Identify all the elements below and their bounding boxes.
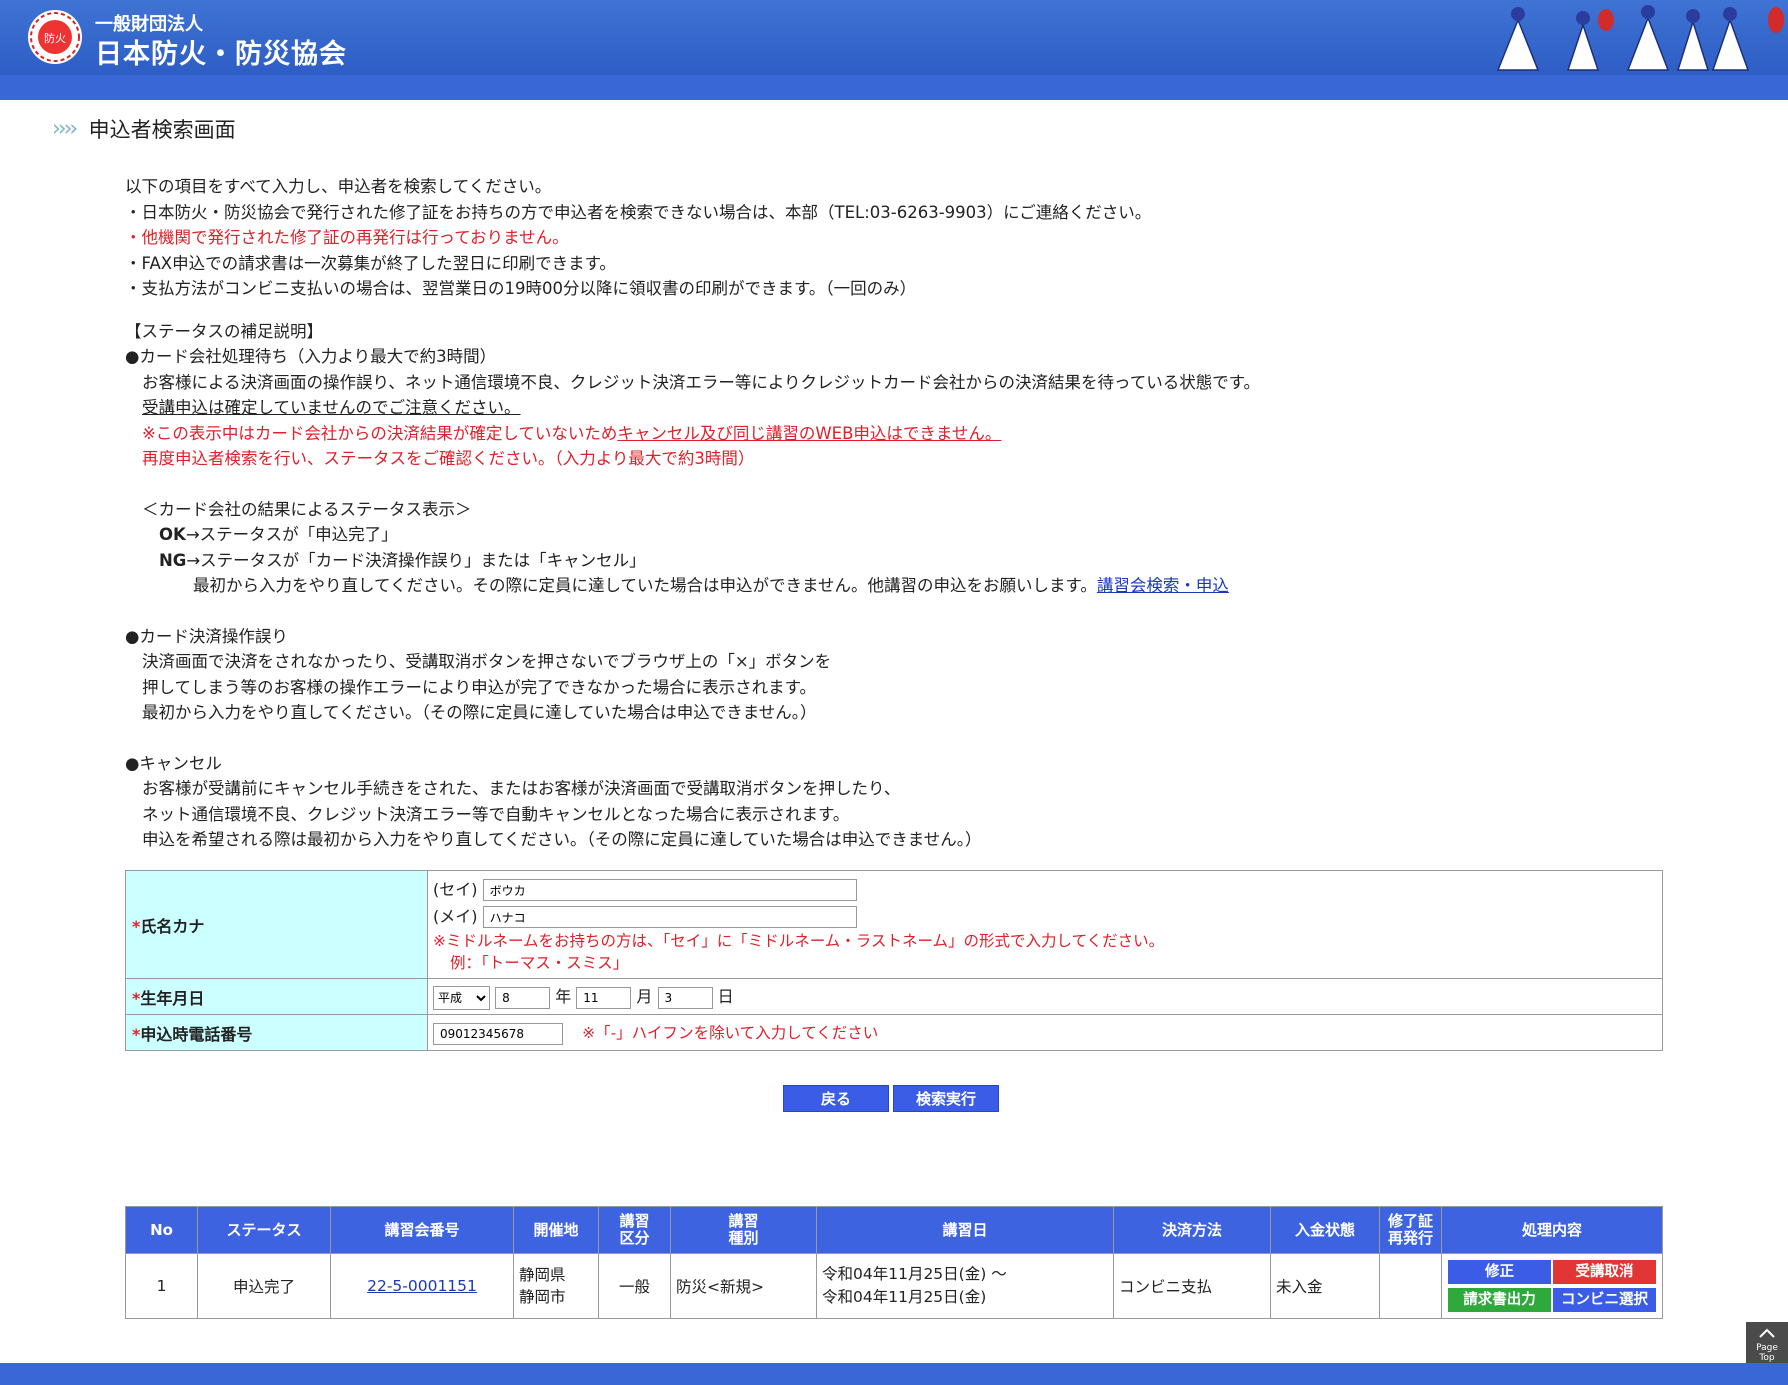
row-payment: コンビニ支払 (1113, 1253, 1271, 1319)
name-kana-label: *氏名カナ (125, 870, 428, 979)
col-cert: 修了証 再発行 (1379, 1206, 1442, 1254)
org-name: 日本防火・防災協会 (95, 39, 347, 70)
mei-input[interactable] (482, 906, 857, 928)
card-wait-title: ●カード会社処理待ち（入力より最大で約3時間） (125, 347, 497, 366)
cancel-line: お客様が受講前にキャンセル手続きをされた、またはお客様が決済画面で受講取消ボタン… (142, 779, 901, 798)
month-unit: 月 (636, 987, 653, 1006)
phone-label: *申込時電話番号 (125, 1014, 428, 1051)
intro-bullet: ・支払方法がコンビニ支払いの場合は、翌営業日の19時00分以降に領収書の印刷がで… (125, 279, 917, 298)
card-error-line: 最初から入力をやり直してください。（その際に定員に達していた場合は申込できません… (142, 703, 817, 722)
sei-label: (セイ) (433, 879, 478, 899)
edit-button[interactable]: 修正 (1448, 1260, 1551, 1284)
card-wait-note-underlined: キャンセル及び同じ講習のWEB申込はできません。 (617, 423, 1002, 443)
year-unit: 年 (555, 987, 572, 1006)
ng-key: NG (159, 550, 187, 570)
intro-bullet: ・他機関で発行された修了証の再発行は行っておりません。 (125, 228, 569, 247)
row-shubetsu: 防災<新規> (670, 1253, 817, 1319)
col-venue: 開催地 (513, 1206, 599, 1254)
birth-year-input[interactable] (495, 987, 551, 1009)
table-row: 1 申込完了 22-5-0001151 静岡県 静岡市 一般 防災<新規> 令和0… (125, 1253, 1663, 1319)
cancel-line: ネット通信環境不良、クレジット決済エラー等で自動キャンセルとなった場合に表示され… (142, 804, 850, 824)
col-deposit: 入金状態 (1270, 1206, 1380, 1254)
mascot-illustration-icon (1496, 5, 1784, 71)
ok-key: OK (159, 525, 186, 544)
status-help-heading: 【ステータスの補足説明】 (125, 321, 323, 341)
col-date: 講習日 (816, 1206, 1114, 1254)
results-table: No ステータス 講習会番号 開催地 講習 区分 講習 種別 講習日 決済方法 入金… (125, 1206, 1663, 1319)
row-actions: 修正 受講取消 請求書出力 コンビニ選択 (1441, 1253, 1663, 1319)
ok-text: →ステータスが「申込完了」 (185, 525, 398, 544)
card-error-line: 決済画面で決済をされなかったり、受講取消ボタンを押さないでブラウザ上の「×」ボタ… (142, 652, 832, 671)
sei-input[interactable] (482, 879, 857, 901)
row-no: 1 (125, 1253, 198, 1319)
row-venue: 静岡県 静岡市 (513, 1253, 599, 1319)
birth-month-input[interactable] (576, 987, 632, 1009)
intro-lead: 以下の項目をすべて入力し、申込者を検索してください。 (125, 177, 552, 196)
search-form: *氏名カナ (セイ) (メイ) ※ミドルネームをお持ちの方は、「セイ」に「ミドル… (125, 870, 1663, 1051)
course-search-link[interactable]: 講習会検索・申込 (1097, 576, 1229, 595)
chevrons-icon: ›››› (52, 116, 78, 142)
day-unit: 日 (717, 987, 734, 1006)
birthdate-label: *生年月日 (125, 978, 428, 1015)
konbini-select-button[interactable]: コンビニ選択 (1553, 1288, 1656, 1312)
chevron-up-icon (1759, 1328, 1775, 1338)
site-header: 防火 一般財団法人 日本防火・防災協会 (0, 0, 1788, 100)
svg-text:防火: 防火 (44, 31, 66, 45)
row-kubun: 一般 (598, 1253, 671, 1319)
logo-emblem-icon: 防火 (28, 10, 82, 64)
page-title-block: ›››› 申込者検索画面 (52, 114, 236, 144)
col-course-no: 講習会番号 (330, 1206, 514, 1254)
col-no: No (125, 1206, 198, 1254)
card-wait-line: お客様による決済画面の操作誤り、ネット通信環境不良、クレジット決済エラー等により… (142, 372, 1261, 392)
card-wait-line: 再度申込者検索を行い、ステータスをご確認ください。（入力より最大で約3時間） (142, 449, 755, 468)
card-wait-warning: 受講申込は確定していませんのでご注意ください。 (142, 398, 521, 417)
card-error-title: ●カード決済操作誤り (125, 626, 288, 646)
ng-detail: 最初から入力をやり直してください。その際に定員に達していた場合は申込ができません… (193, 576, 1097, 595)
card-wait-note: ※この表示中はカード会社からの決済結果が確定していないため (142, 423, 618, 443)
col-kubun: 講習 区分 (598, 1206, 671, 1254)
birth-day-input[interactable] (657, 987, 713, 1009)
page-top-button[interactable]: Page Top (1746, 1322, 1788, 1364)
cancel-title: ●キャンセル (125, 753, 222, 773)
page-title: 申込者検索画面 (88, 118, 236, 142)
course-no-link[interactable]: 22-5-0001151 (367, 1277, 477, 1295)
footer-bar (0, 1363, 1788, 1385)
card-error-line: 押してしまう等のお客様の操作エラーにより申込が完了できなかった場合に表示されます… (142, 677, 817, 697)
phone-input[interactable] (433, 1022, 563, 1045)
col-payment: 決済方法 (1113, 1206, 1271, 1254)
card-result-heading: ＜カード会社の結果によるステータス表示＞ (142, 499, 472, 519)
cancel-course-button[interactable]: 受講取消 (1553, 1260, 1656, 1284)
phone-note: ※「-」ハイフンを除いて入力してください (582, 1023, 879, 1042)
search-button[interactable]: 検索実行 (893, 1085, 999, 1112)
row-deposit: 未入金 (1270, 1253, 1380, 1319)
name-example: 例：「トーマス・スミス」 (450, 953, 629, 972)
row-date: 令和04年11月25日(金) ～令和04年11月25日(金) (816, 1253, 1114, 1319)
intro-bullet: ・FAX申込での請求書は一次募集が終了した翌日に印刷できます。 (125, 253, 616, 273)
cancel-line: 申込を希望される際は最初から入力をやり直してください。（その際に定員に達していた… (142, 830, 982, 849)
back-button[interactable]: 戻る (783, 1085, 889, 1112)
era-select[interactable]: 平成 (433, 986, 490, 1010)
form-buttons: 戻る 検索実行 (783, 1085, 1003, 1112)
instructions: 以下の項目をすべて入力し、申込者を検索してください。 ・日本防火・防災協会で発行… (125, 174, 1665, 853)
intro-bullet: ・日本防火・防災協会で発行された修了証をお持ちの方で申込者を検索できない場合は、… (125, 202, 1152, 222)
col-action: 処理内容 (1441, 1206, 1663, 1254)
invoice-button[interactable]: 請求書出力 (1448, 1288, 1551, 1312)
name-note: ※ミドルネームをお持ちの方は、「セイ」に「ミドルネーム・ラストネーム」の形式で入… (433, 931, 1165, 950)
row-status: 申込完了 (197, 1253, 331, 1319)
row-course-no-cell: 22-5-0001151 (330, 1253, 514, 1319)
row-cert (1379, 1253, 1442, 1319)
col-shubetsu: 講習 種別 (670, 1206, 817, 1254)
mei-label: (メイ) (433, 906, 478, 926)
ng-text: →ステータスが「カード決済操作誤り」または「キャンセル」 (186, 550, 646, 570)
col-status: ステータス (197, 1206, 331, 1254)
